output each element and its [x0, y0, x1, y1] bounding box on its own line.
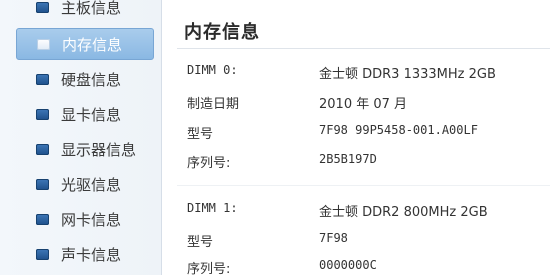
board-icon — [36, 1, 49, 13]
sidebar-item-disk[interactable]: 硬盘信息 — [16, 63, 154, 95]
sidebar-item-label: 主板信息 — [61, 0, 122, 17]
sidebar-item-label: 网卡信息 — [61, 210, 122, 229]
sidebar-item-label: 内存信息 — [62, 35, 123, 54]
sidebar-item-gpu[interactable]: 显卡信息 — [16, 98, 154, 130]
info-key: DIMM 0: — [187, 63, 238, 77]
info-key: 型号 — [187, 235, 214, 250]
memory-info-panel: 内存信息 DIMM 0: 金士顿 DDR3 1333MHz 2GB 制造日期 2… — [163, 0, 550, 275]
optical-drive-icon — [36, 178, 49, 190]
disk-icon — [36, 73, 49, 85]
info-key: 序列号: — [187, 262, 231, 275]
info-value: 7F98 — [319, 231, 348, 245]
memory-icon — [37, 38, 50, 50]
info-value: 0000000C — [319, 258, 377, 272]
sidebar: 主板信息 内存信息 硬盘信息 显卡信息 显示器信息 光驱信息 网卡信息 声卡信息 — [0, 0, 162, 275]
sidebar-item-memory[interactable]: 内存信息 — [16, 28, 154, 60]
sidebar-item-label: 声卡信息 — [61, 245, 122, 264]
info-value: 7F98 99P5458-001.A00LF — [319, 123, 478, 137]
info-key: 型号 — [187, 127, 214, 142]
sidebar-item-optical-drive[interactable]: 光驱信息 — [16, 168, 154, 200]
sidebar-item-label: 显示器信息 — [61, 140, 137, 159]
sidebar-item-network-card[interactable]: 网卡信息 — [16, 203, 154, 235]
info-value: 金士顿 DDR3 1333MHz 2GB — [319, 67, 496, 82]
info-value: 金士顿 DDR2 800MHz 2GB — [319, 205, 488, 220]
title-divider — [177, 48, 550, 49]
info-key: 序列号: — [187, 156, 231, 171]
sidebar-item-label: 硬盘信息 — [61, 70, 122, 89]
sidebar-item-label: 显卡信息 — [61, 105, 122, 124]
info-value: 2010 年 07 月 — [319, 97, 408, 112]
sidebar-item-sound-card[interactable]: 声卡信息 — [16, 238, 154, 270]
page-title: 内存信息 — [184, 22, 260, 43]
info-key: DIMM 1: — [187, 201, 238, 215]
sound-card-icon — [36, 248, 49, 260]
network-card-icon — [36, 213, 49, 225]
info-key: 制造日期 — [187, 97, 240, 112]
section-divider — [177, 185, 550, 186]
sidebar-item-monitor[interactable]: 显示器信息 — [16, 133, 154, 165]
sidebar-item-motherboard[interactable]: 主板信息 — [16, 0, 154, 23]
monitor-icon — [36, 143, 49, 155]
gpu-icon — [36, 108, 49, 120]
sidebar-item-label: 光驱信息 — [61, 175, 122, 194]
info-value: 2B5B197D — [319, 152, 377, 166]
